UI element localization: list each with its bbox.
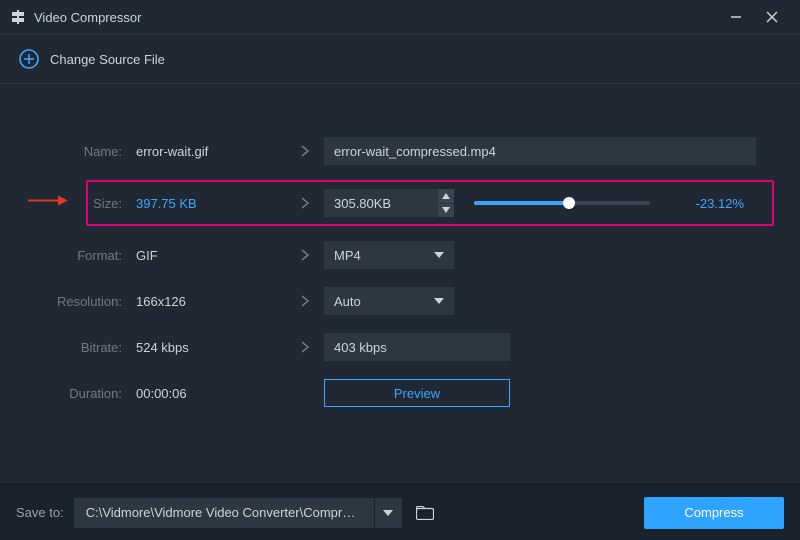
label-bitrate: Bitrate: [16, 340, 136, 355]
save-path-select[interactable]: C:\Vidmore\Vidmore Video Converter\Compr… [74, 498, 402, 528]
change-source-row[interactable]: Change Source File [0, 35, 800, 83]
chevron-down-icon [383, 510, 393, 516]
minimize-icon [729, 10, 743, 24]
arrow-size [286, 196, 324, 210]
bitrate-input[interactable] [324, 333, 510, 361]
footer-bar: Save to: C:\Vidmore\Vidmore Video Conver… [0, 484, 800, 540]
size-slider[interactable] [474, 201, 650, 205]
format-select[interactable]: MP4 [324, 241, 454, 269]
main-panel: Name: error-wait.gif Size: 397.75 KB [0, 84, 800, 416]
label-resolution: Resolution: [16, 294, 136, 309]
target-size-input[interactable] [324, 189, 454, 217]
plus-circle-icon [18, 48, 40, 70]
caret-down-icon [442, 207, 450, 213]
open-folder-button[interactable] [412, 500, 438, 526]
compress-button-label: Compress [684, 505, 743, 520]
window-title: Video Compressor [34, 10, 141, 25]
size-stepper[interactable] [324, 189, 454, 217]
chevron-right-icon [300, 196, 310, 210]
output-name-input[interactable] [324, 137, 756, 165]
row-bitrate: Bitrate: 524 kbps [16, 324, 784, 370]
close-icon [765, 10, 779, 24]
preview-button-label: Preview [394, 386, 440, 401]
slider-thumb[interactable] [563, 197, 575, 209]
current-format: GIF [136, 248, 286, 263]
row-name: Name: error-wait.gif [16, 128, 784, 174]
chevron-right-icon [300, 340, 310, 354]
app-window: Video Compressor Change Source File Name… [0, 0, 800, 540]
save-path-value: C:\Vidmore\Vidmore Video Converter\Compr… [74, 505, 374, 520]
caret-up-icon [442, 193, 450, 199]
label-duration: Duration: [16, 386, 136, 401]
current-resolution: 166x126 [136, 294, 286, 309]
current-duration: 00:00:06 [136, 386, 286, 401]
folder-icon [416, 506, 434, 520]
change-source-label: Change Source File [50, 52, 165, 67]
red-arrow-annotation [28, 194, 68, 213]
save-to-label: Save to: [16, 505, 64, 520]
label-format: Format: [16, 248, 136, 263]
size-percent: -23.12% [684, 196, 744, 211]
row-resolution: Resolution: 166x126 Auto [16, 278, 784, 324]
chevron-down-icon [430, 241, 448, 269]
preview-button[interactable]: Preview [324, 379, 510, 407]
app-icon [10, 9, 26, 25]
resolution-select-value: Auto [334, 294, 361, 309]
size-step-down[interactable] [438, 203, 454, 218]
chevron-right-icon [300, 294, 310, 308]
compress-button[interactable]: Compress [644, 497, 784, 529]
arrow-name [286, 144, 324, 158]
resolution-select[interactable]: Auto [324, 287, 454, 315]
close-button[interactable] [754, 0, 790, 34]
minimize-button[interactable] [718, 0, 754, 34]
label-name: Name: [16, 144, 136, 159]
current-name: error-wait.gif [136, 144, 286, 159]
chevron-right-icon [300, 248, 310, 262]
titlebar: Video Compressor [0, 0, 800, 34]
row-duration: Duration: 00:00:06 Preview [16, 370, 784, 416]
chevron-right-icon [300, 144, 310, 158]
current-bitrate: 524 kbps [136, 340, 286, 355]
save-path-dropdown[interactable] [374, 498, 402, 528]
row-format: Format: GIF MP4 [16, 232, 784, 278]
format-select-value: MP4 [334, 248, 361, 263]
current-size: 397.75 KB [136, 196, 286, 211]
row-size: Size: 397.75 KB -23.12% [16, 180, 784, 226]
chevron-down-icon [430, 287, 448, 315]
size-step-up[interactable] [438, 189, 454, 203]
